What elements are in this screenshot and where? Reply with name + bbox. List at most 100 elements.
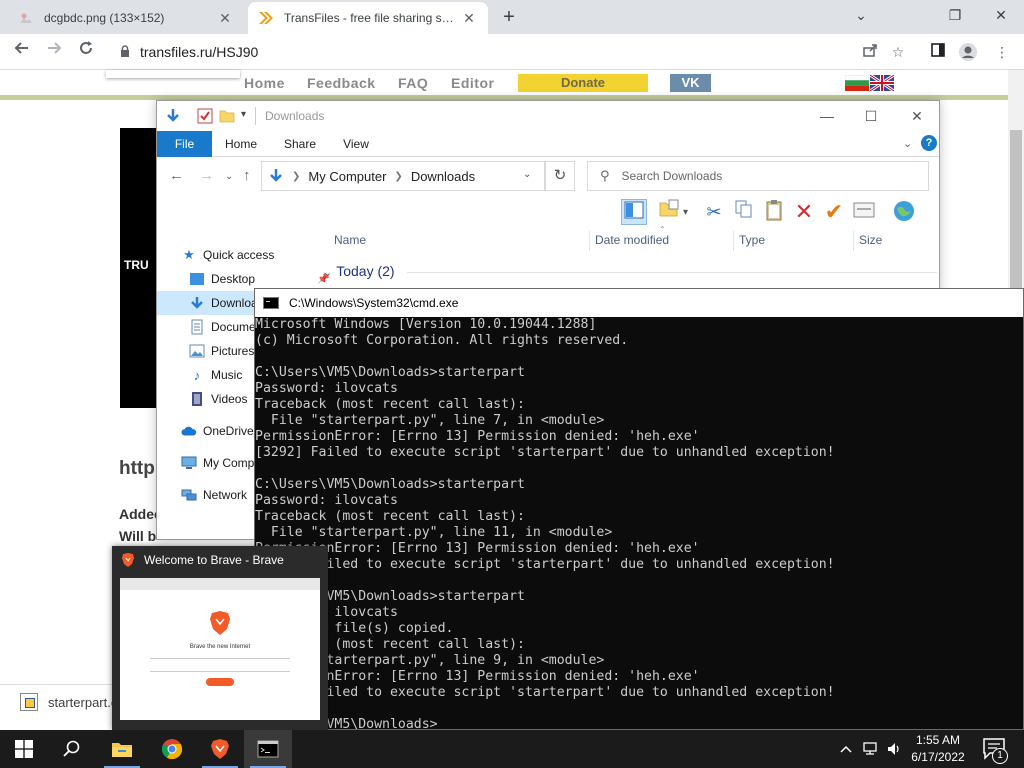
cmd-line (255, 701, 1023, 717)
ribbon-tab-file[interactable]: File (157, 131, 212, 157)
cut-scissors-icon[interactable]: ✂ (701, 199, 727, 225)
explorer-search-input[interactable]: ⚲ Search Downloads (587, 161, 929, 191)
explorer-refresh-icon[interactable]: ↻ (545, 161, 575, 191)
nav-label: Downloa (211, 296, 258, 310)
address-dropdown-icon[interactable]: ⌄ (523, 169, 531, 180)
cmd-line: Password: ilovcats (255, 493, 398, 508)
explorer-address-bar[interactable]: ❯ My Computer ❯ Downloads (261, 161, 545, 191)
nav-faq-link[interactable]: FAQ (398, 75, 428, 91)
taskbar-chrome[interactable] (148, 730, 196, 768)
nav-music[interactable]: ♪ Music (189, 365, 243, 385)
column-divider[interactable] (589, 231, 590, 251)
ribbon-expand-chevron-icon[interactable]: ⌄ (903, 137, 912, 150)
explorer-close-button[interactable]: ✕ (895, 105, 939, 127)
browser-tab-strip: dcgbdc.png (133×152) ✕ TransFiles - free… (0, 0, 1024, 34)
column-size-header[interactable]: Size (859, 233, 882, 247)
group-header-today[interactable]: ⌄ Today (2) (323, 263, 395, 279)
menu-kebab-icon[interactable]: ⋮ (992, 42, 1012, 62)
help-icon[interactable]: ? (921, 135, 937, 151)
preview-pane-icon[interactable] (621, 199, 647, 225)
nav-editor-link[interactable]: Editor (451, 75, 494, 91)
rename-check-icon[interactable]: ✔ (821, 199, 847, 225)
nav-network[interactable]: Network (181, 485, 247, 505)
profile-avatar-icon[interactable] (958, 42, 978, 62)
nav-desktop[interactable]: Desktop 📌 (189, 269, 329, 289)
breadcrumb-my-computer[interactable]: My Computer (308, 169, 386, 184)
nav-feedback-link[interactable]: Feedback (307, 75, 376, 91)
ribbon-tab-home[interactable]: Home (219, 131, 263, 157)
globe-icon[interactable] (891, 199, 917, 225)
column-name-header[interactable]: Name (334, 233, 366, 247)
taskbar-cmd[interactable] (244, 730, 292, 768)
taskbar-file-explorer[interactable] (98, 730, 146, 768)
cmd-output[interactable]: Microsoft Windows [Version 10.0.19044.12… (255, 317, 1023, 729)
nav-videos[interactable]: Videos (189, 389, 247, 409)
new-folder-icon[interactable] (219, 108, 235, 124)
copy-icon[interactable] (731, 199, 757, 225)
delete-x-icon[interactable]: ✕ (791, 199, 817, 225)
tab-close-icon[interactable]: ✕ (216, 9, 234, 27)
explorer-maximize-button[interactable]: ☐ (849, 105, 893, 127)
videos-icon (189, 391, 205, 407)
chrome-icon (161, 739, 183, 760)
properties-card-icon[interactable] (851, 199, 877, 225)
explorer-forward-icon[interactable]: → (199, 167, 214, 184)
tray-overflow-chevron-icon[interactable] (836, 730, 856, 768)
nav-my-computer[interactable]: My Comp (181, 453, 254, 473)
new-tab-button[interactable]: + (498, 6, 520, 28)
taskbar-clock[interactable]: 1:55 AM 6/17/2022 (906, 732, 970, 766)
tab-image[interactable]: dcgbdc.png (133×152) ✕ (8, 2, 244, 34)
explorer-back-icon[interactable]: ← (169, 167, 184, 184)
column-divider[interactable] (853, 231, 854, 251)
vk-button[interactable]: VK (670, 74, 711, 92)
volume-tray-icon[interactable] (884, 730, 906, 768)
breadcrumb-downloads[interactable]: Downloads (411, 169, 475, 184)
address-bar[interactable]: transfiles.ru/HSJ90 (108, 38, 848, 66)
start-button[interactable] (0, 730, 48, 768)
cmd-title-bar: C:\Windows\System32\cmd.exe (255, 289, 1023, 317)
column-divider[interactable] (733, 231, 734, 251)
column-type-header[interactable]: Type (739, 233, 765, 247)
side-panel-icon[interactable] (928, 42, 948, 62)
browser-restore-button[interactable]: ❐ (932, 4, 978, 28)
page-link-fragment[interactable]: http (119, 458, 155, 480)
new-item-icon[interactable] (657, 199, 683, 225)
back-arrow-icon[interactable] (10, 40, 34, 64)
donate-button[interactable]: Donate (518, 74, 648, 92)
nav-label: Docume (211, 320, 256, 334)
explorer-title-bar: ▾ Downloads — ☐ ✕ (157, 101, 939, 131)
nav-pictures[interactable]: Pictures (189, 341, 254, 361)
nav-documents[interactable]: Docume (189, 317, 256, 337)
ribbon-tab-view[interactable]: View (335, 131, 377, 157)
forward-arrow-icon[interactable] (42, 40, 66, 64)
quick-access-dropdown-icon[interactable]: ▾ (241, 109, 246, 120)
tab-close-icon[interactable]: ✕ (460, 9, 478, 27)
download-item[interactable]: starterpart.e (20, 693, 118, 711)
new-item-dropdown-icon[interactable]: ▾ (683, 207, 688, 218)
up-arrow-icon[interactable]: ↑ (243, 167, 251, 184)
taskbar-search-button[interactable] (48, 730, 96, 768)
share-icon[interactable] (860, 42, 880, 62)
column-date-header[interactable]: Date modified (595, 233, 669, 247)
properties-check-icon[interactable] (197, 108, 213, 124)
nav-onedrive[interactable]: OneDrive (181, 421, 254, 441)
browser-minimize-button[interactable]: ⌄ (838, 4, 884, 28)
uk-flag-icon[interactable] (870, 75, 894, 91)
reload-icon[interactable] (74, 40, 98, 64)
explorer-minimize-button[interactable]: — (805, 105, 849, 127)
taskbar-brave[interactable] (196, 730, 244, 768)
ad-banner[interactable]: TRU (120, 128, 160, 408)
nav-home-link[interactable]: Home (244, 75, 285, 91)
ribbon-tab-share[interactable]: Share (277, 131, 323, 157)
network-tray-icon[interactable] (860, 730, 882, 768)
tab-transfiles[interactable]: TransFiles - free file sharing servi ✕ (248, 2, 488, 34)
preview-screenshot: Brave the new Internet (120, 578, 320, 720)
nav-downloads[interactable]: Downloa (189, 293, 258, 313)
nav-quick-access[interactable]: ★ Quick access (181, 245, 274, 265)
taskbar-preview-brave[interactable]: Welcome to Brave - Brave Brave the new I… (112, 546, 328, 730)
browser-close-button[interactable]: ✕ (978, 4, 1024, 28)
bulgarian-flag-icon[interactable] (845, 75, 869, 91)
paste-clipboard-icon[interactable] (761, 199, 787, 225)
recent-locations-icon[interactable]: ⌄ (225, 171, 233, 182)
bookmark-star-icon[interactable]: ☆ (888, 42, 908, 62)
